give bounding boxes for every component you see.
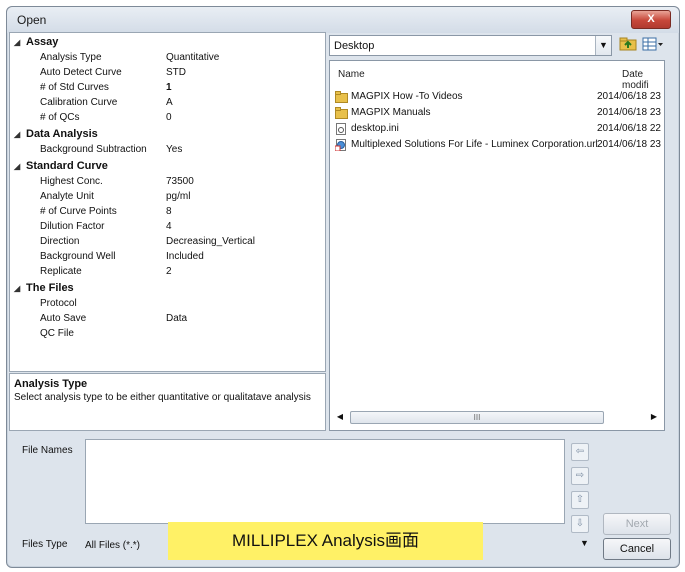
location-combobox[interactable]: Desktop ▼ [329,35,612,56]
folder-icon [335,107,348,119]
property-value[interactable]: 73500 [166,176,194,187]
collapse-triangle-icon[interactable]: ◢ [14,162,26,171]
category-data-analysis[interactable]: ◢ Data Analysis [14,128,98,143]
property-label: Calibration Curve [40,97,118,108]
property-label: Analysis Type [40,52,102,63]
property-label: Direction [40,236,80,247]
move-right-arrow-icon[interactable]: ⇨ [571,467,589,485]
file-date: 2014/06/18 23 [597,107,661,118]
dialog-title: Open [17,13,47,27]
category-assay[interactable]: ◢ Assay [14,36,58,51]
property-description-panel: Analysis Type Select analysis type to be… [9,373,326,431]
file-name: MAGPIX How -To Videos [351,91,463,102]
property-value[interactable]: Quantitative [166,52,219,63]
folder-icon [335,91,348,103]
property-value[interactable]: 4 [166,221,172,232]
view-menu-icon[interactable] [642,37,664,51]
category-label: Assay [26,36,59,48]
scroll-thumb[interactable]: III [350,411,604,424]
file-date: 2014/06/18 23 [597,91,661,102]
category-label: Data Analysis [26,128,98,140]
file-names-field[interactable] [85,439,565,524]
move-down-arrow-icon[interactable]: ⇩ [571,515,589,533]
property-value[interactable]: 1 [166,82,172,93]
chevron-down-icon[interactable]: ▼ [595,36,611,55]
property-value[interactable]: A [166,97,173,108]
scroll-left-arrow-icon[interactable]: ◀ [334,410,346,424]
collapse-triangle-icon[interactable]: ◢ [14,130,26,139]
close-button[interactable]: X [631,10,671,29]
property-value[interactable]: Data [166,313,187,324]
property-value[interactable]: Decreasing_Vertical [166,236,255,247]
file-list[interactable]: Name Date modifi MAGPIX How -To Videos 2… [329,60,665,431]
property-label: # of QCs [40,112,80,123]
file-date: 2014/06/18 22 [597,123,661,134]
url-shortcut-icon [335,139,346,151]
column-header-name[interactable]: Name [338,69,365,80]
properties-pane: ◢ Assay Analysis Type Quantitative Auto De… [9,32,326,372]
property-value[interactable]: pg/ml [166,191,190,202]
property-label: QC File [40,328,74,339]
collapse-triangle-icon[interactable]: ◢ [14,38,26,47]
file-name: desktop.ini [351,123,399,134]
property-label: Auto Detect Curve [40,67,122,78]
move-left-arrow-icon[interactable]: ⇦ [571,443,589,461]
property-value[interactable]: 8 [166,206,172,217]
property-label: # of Curve Points [40,206,117,217]
category-the-files[interactable]: ◢ The Files [14,282,74,297]
property-label: Background Subtraction [40,144,147,155]
settings-file-icon [336,123,346,135]
move-up-arrow-icon[interactable]: ⇧ [571,491,589,509]
chevron-down-icon[interactable]: ▼ [580,538,589,548]
category-label: The Files [26,282,74,294]
location-value: Desktop [334,40,375,52]
category-standard-curve[interactable]: ◢ Standard Curve [14,160,108,175]
property-label: Background Well [40,251,116,262]
column-header-date[interactable]: Date modifi [622,69,664,91]
file-type-label: Files Type [22,539,68,550]
property-label: Protocol [40,298,77,309]
description-text: Select analysis type to be either quanti… [14,392,311,403]
title-bar[interactable]: Open X [7,7,679,33]
property-label: Auto Save [40,313,87,324]
cancel-button[interactable]: Cancel [603,538,671,560]
property-label: Analyte Unit [40,191,94,202]
file-type-select[interactable]: All Files (*.*) [85,540,140,551]
file-names-label: File Names [22,445,73,456]
scroll-right-arrow-icon[interactable]: ▶ [648,410,660,424]
property-label: Dilution Factor [40,221,105,232]
category-label: Standard Curve [26,160,108,172]
file-name: MAGPIX Manuals [351,107,431,118]
property-value[interactable]: 2 [166,266,172,277]
description-title: Analysis Type [14,378,88,390]
file-name: Multiplexed Solutions For Life - Luminex… [351,139,598,150]
file-browser: Desktop ▼ Name Date modifi MAGPIX How -T… [329,32,665,431]
property-value[interactable]: 0 [166,112,172,123]
caption-banner: MILLIPLEX Analysis画面 [168,522,483,560]
property-value[interactable]: Included [166,251,204,262]
horizontal-scrollbar[interactable]: ◀ III ▶ [334,410,660,424]
up-folder-icon[interactable] [619,37,637,51]
property-label: Replicate [40,266,82,277]
property-value[interactable]: Yes [166,144,182,155]
collapse-triangle-icon[interactable]: ◢ [14,284,26,293]
next-button[interactable]: Next [603,513,671,535]
property-value[interactable]: STD [166,67,186,78]
property-label: # of Std Curves [40,82,109,93]
property-label: Highest Conc. [40,176,103,187]
file-date: 2014/06/18 23 [597,139,661,150]
